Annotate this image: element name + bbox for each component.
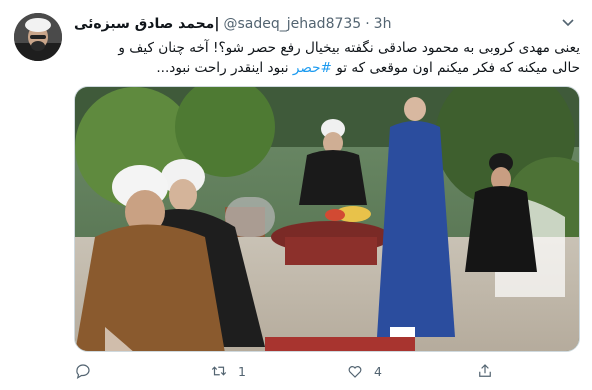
retweet-icon	[211, 366, 227, 376]
reply-button[interactable]	[74, 358, 102, 384]
retweet-count: 1	[238, 363, 246, 379]
avatar[interactable]	[14, 13, 62, 61]
share-button[interactable]	[476, 358, 494, 384]
reply-icon	[76, 364, 90, 380]
tweet-card[interactable]: محمد صادق سبزه‌ئی| @sadeq_jehad8735 · 3h…	[0, 0, 592, 390]
hashtag-link[interactable]: #حصر	[293, 60, 332, 76]
tweet-text-line-2: حالی میکنه که فکر میکنم اون موقعی که تو …	[74, 58, 580, 78]
photo-image	[75, 87, 579, 351]
tweet-text: یعنی مهدی کروبی به محمود صادقی نگفته بیخ…	[74, 38, 580, 78]
user-handle[interactable]: @sadeq_jehad8735	[223, 16, 361, 32]
separator: ·	[365, 16, 370, 32]
text-after-hashtag: نبود اینقدر راحت نبود...	[156, 60, 293, 76]
chevron-down-icon[interactable]	[558, 12, 578, 32]
tweet-photo[interactable]	[74, 86, 580, 352]
retweet-button[interactable]: 1	[210, 358, 246, 384]
like-icon	[348, 366, 362, 378]
timestamp[interactable]: 3h	[374, 16, 392, 32]
tweet-header: محمد صادق سبزه‌ئی| @sadeq_jehad8735 · 3h	[74, 14, 391, 34]
share-icon	[479, 364, 491, 377]
like-count: 4	[374, 363, 382, 379]
like-button[interactable]: 4	[346, 358, 382, 384]
display-name[interactable]: محمد صادق سبزه‌ئی|	[74, 16, 219, 32]
tweet-text-line-1: یعنی مهدی کروبی به محمود صادقی نگفته بیخ…	[118, 40, 580, 56]
text-before-hashtag: حالی میکنه که فکر میکنم اون موقعی که تو	[331, 60, 580, 76]
tweet-actions: 1 4	[74, 358, 580, 384]
avatar-image	[14, 13, 62, 61]
